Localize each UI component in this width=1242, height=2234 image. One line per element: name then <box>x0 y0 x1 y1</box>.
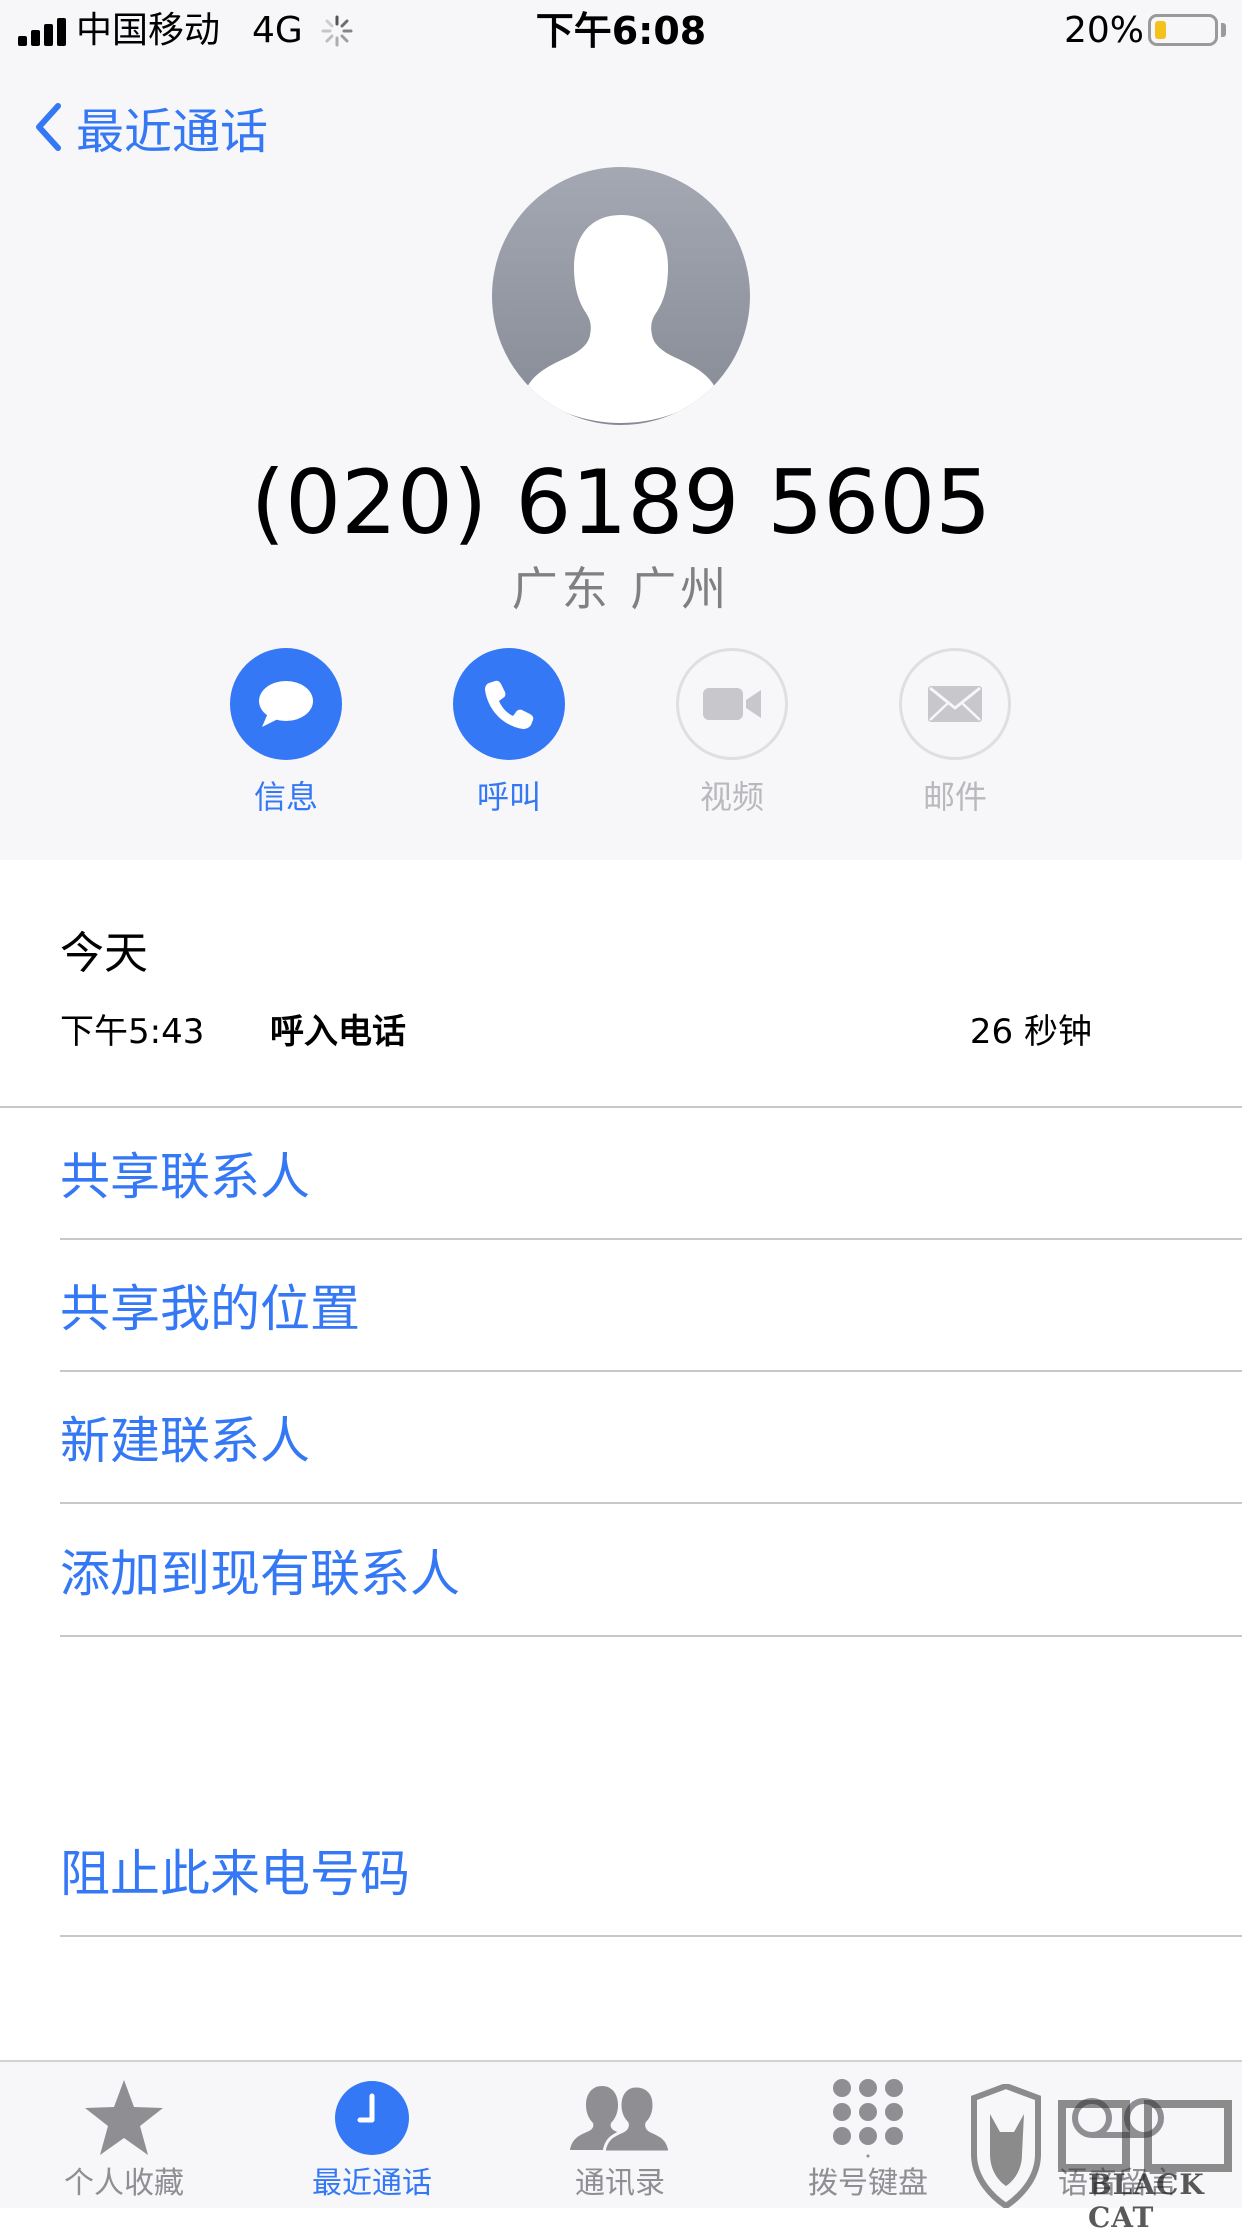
status-bar: 中国移动 4G 下午6:08 20% <box>0 0 1242 62</box>
message-action-label: 信息 <box>253 778 318 816</box>
block-caller-button[interactable]: 阻止此来电号码 <box>60 1805 1242 1937</box>
mail-envelope-icon <box>928 686 982 722</box>
share-contact-button[interactable]: 共享联系人 <box>60 1108 1242 1240</box>
message-action-button[interactable]: 信息 <box>211 648 361 818</box>
new-contact-button[interactable]: 新建联系人 <box>60 1372 1242 1504</box>
battery-tip <box>1221 23 1226 37</box>
call-action-circle <box>453 648 565 760</box>
star-icon <box>85 2080 163 2155</box>
person-silhouette-icon <box>526 215 716 423</box>
chevron-left-icon <box>36 103 61 151</box>
mail-action-label: 邮件 <box>922 778 987 816</box>
video-camera-icon <box>703 688 761 720</box>
back-button[interactable]: 最近通话 <box>34 92 268 162</box>
message-bubble-icon <box>259 681 313 727</box>
share-my-location-button[interactable]: 共享我的位置 <box>60 1240 1242 1372</box>
number-location: 广东 广州 <box>511 562 731 616</box>
tab-recents[interactable]: 最近通话 <box>272 2074 472 2204</box>
battery-level-fill <box>1155 21 1166 39</box>
tab-recents-label: 最近通话 <box>312 2166 432 2201</box>
video-action-circle <box>676 648 788 760</box>
status-time: 下午6:08 <box>535 9 707 53</box>
clock-icon <box>335 2081 409 2155</box>
call-action-button[interactable]: 呼叫 <box>434 648 584 818</box>
video-action-button[interactable]: 视频 <box>657 648 807 818</box>
phone-icon <box>485 680 534 729</box>
call-log-time: 下午5:43 <box>60 1012 205 1052</box>
message-action-circle <box>230 648 342 760</box>
add-to-existing-contact-button[interactable]: 添加到现有联系人 <box>60 1505 1242 1637</box>
call-log-date: 今天 <box>60 928 148 979</box>
contact-avatar <box>492 167 750 425</box>
video-action-label: 视频 <box>699 778 764 816</box>
battery-icon <box>1148 14 1218 46</box>
tab-contacts-label: 通讯录 <box>575 2166 665 2201</box>
tab-favorites[interactable]: 个人收藏 <box>24 2074 224 2204</box>
back-label: 最近通话 <box>76 104 269 160</box>
battery-percent: 20% <box>1064 10 1145 51</box>
call-log-type: 呼入电话 <box>270 1012 406 1052</box>
tab-favorites-label: 个人收藏 <box>64 2166 184 2201</box>
keypad-icon <box>833 2079 903 2158</box>
tab-keypad-label: 拨号键盘 <box>808 2166 928 2201</box>
contacts-people-icon <box>570 2084 672 2154</box>
mail-action-button[interactable]: 邮件 <box>880 648 1030 818</box>
call-action-label: 呼叫 <box>476 778 541 816</box>
call-log-duration: 26 秒钟 <box>969 1012 1092 1052</box>
phone-number: (020) 6189 5605 <box>250 451 992 554</box>
tab-contacts[interactable]: 通讯录 <box>520 2074 720 2204</box>
watermark-text: BLACK CAT <box>1088 2168 1205 2234</box>
mail-action-circle <box>899 648 1011 760</box>
tab-keypad[interactable]: 拨号键盘 <box>768 2074 968 2204</box>
